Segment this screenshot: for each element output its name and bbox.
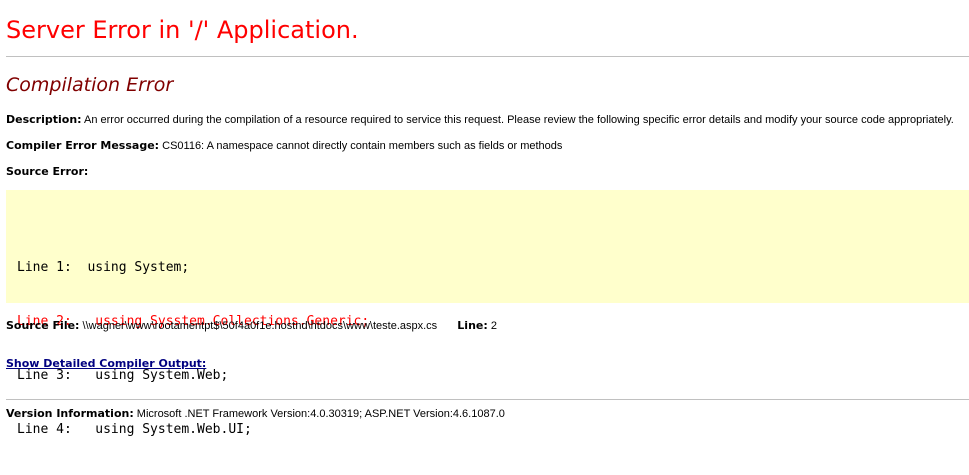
source-error-heading: Source Error: <box>6 165 88 179</box>
version-label: Version Information: <box>6 407 134 420</box>
description-label: Description: <box>6 113 82 126</box>
version-text: Microsoft .NET Framework Version:4.0.303… <box>136 408 505 420</box>
code-line-4: Line 4: using System.Web.UI; <box>17 422 252 437</box>
show-compiler-output-link[interactable]: Show Detailed Compiler Output: <box>6 357 206 370</box>
description: Description: An error occurred during th… <box>6 113 954 127</box>
version-information: Version Information: Microsoft .NET Fram… <box>6 407 505 421</box>
description-text: An error occurred during the compilation… <box>84 114 954 126</box>
compiler-error-text: CS0116: A namespace cannot directly cont… <box>162 140 563 152</box>
page-title: Server Error in '/' Application. <box>6 16 359 44</box>
footer-divider <box>6 399 969 400</box>
source-line-value: 2 <box>490 320 497 332</box>
code-line-1: Line 1: using System; <box>17 260 190 275</box>
compiler-error-label: Compiler Error Message: <box>6 139 160 152</box>
source-line-label: Line: <box>457 319 488 332</box>
error-page: Server Error in '/' Application. Compila… <box>0 0 969 99</box>
source-file-path: \\wagner\www\rootamentpt$\50f4a0f1e.host… <box>82 320 438 332</box>
page-subtitle: Compilation Error <box>6 74 174 96</box>
source-code: Line 1: using System; Line 2: ussing Sys… <box>17 223 369 475</box>
source-file-label: Source File: <box>6 319 80 332</box>
source-file: Source File: \\wagner\www\rootamentpt$\5… <box>6 319 497 333</box>
compiler-error-message: Compiler Error Message: CS0116: A namesp… <box>6 139 562 153</box>
source-error-label: Source Error: <box>6 165 89 178</box>
source-code-box: Line 1: using System; Line 2: ussing Sys… <box>6 190 969 437</box>
